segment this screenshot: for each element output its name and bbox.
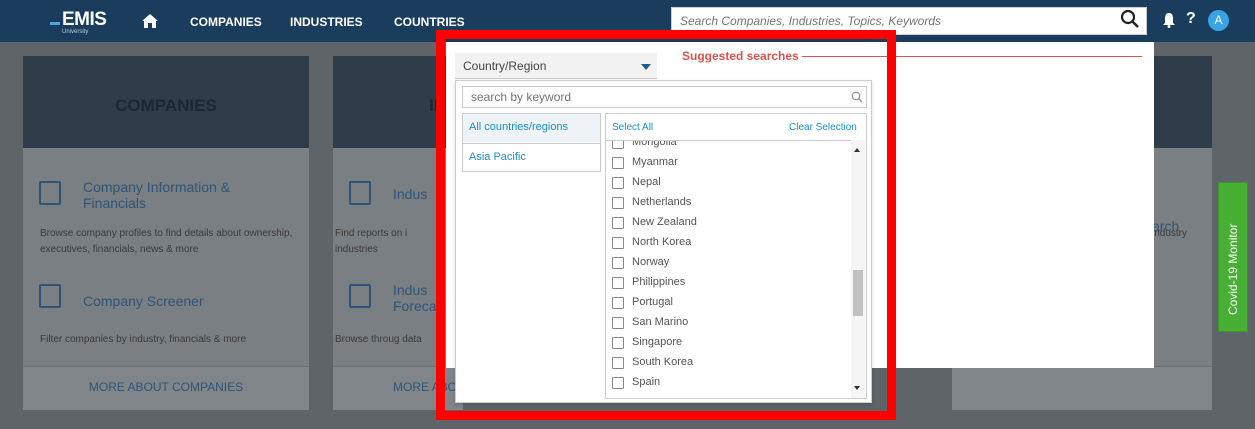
bell-icon[interactable] <box>1162 12 1176 28</box>
country-label: Spain <box>632 376 661 388</box>
suggested-searches-title: Suggested searches <box>682 49 799 63</box>
checkbox[interactable] <box>612 177 624 189</box>
companies-card-hero: COMPANIES <box>23 56 309 148</box>
checkbox[interactable] <box>612 141 624 149</box>
checkbox[interactable] <box>612 357 624 369</box>
company-info-description: Browse company profiles to find details … <box>40 228 293 255</box>
covid-monitor-label: Covid-19 Monitor <box>1226 223 1240 315</box>
companies-card-title: COMPANIES <box>115 96 217 115</box>
home-icon[interactable] <box>141 12 159 30</box>
more-about-industries-button[interactable]: MORE ABO <box>333 366 463 410</box>
keyword-search-input[interactable] <box>463 87 843 107</box>
more-about-companies-button[interactable]: MORE ABOUT COMPANIES <box>23 366 309 410</box>
industry-description: Find reports on i industries <box>335 228 408 255</box>
top-nav-bar: EMIS University COMPANIES INDUSTRIES COU… <box>0 0 1255 42</box>
avatar[interactable]: A <box>1208 10 1229 31</box>
checkbox[interactable] <box>612 257 624 269</box>
search-icon[interactable] <box>1120 9 1140 29</box>
nav-industries[interactable]: INDUSTRIES <box>290 15 363 29</box>
global-search-input[interactable] <box>672 8 1092 34</box>
company-screener-link[interactable]: Company Screener <box>83 293 204 309</box>
industry-report-icon <box>349 181 371 205</box>
country-label: Portugal <box>632 296 673 308</box>
forecast-chart-icon <box>349 284 371 308</box>
checkbox[interactable] <box>612 337 624 349</box>
country-list-scrollbar[interactable] <box>851 140 865 398</box>
emis-logo[interactable]: EMIS <box>50 9 107 31</box>
scroll-down-arrow-icon[interactable] <box>854 386 860 390</box>
country-label: Nepal <box>632 176 661 188</box>
region-asia-pacific[interactable]: Asia Pacific <box>463 143 600 171</box>
checkbox[interactable] <box>612 197 624 209</box>
global-search-box[interactable] <box>671 7 1147 35</box>
country-label: South Korea <box>632 356 694 368</box>
select-all-link[interactable]: Select All <box>612 122 653 133</box>
checkbox[interactable] <box>612 237 624 249</box>
industry-forecast-link[interactable]: Indus Foreca <box>393 282 437 314</box>
industries-card-hero: IND <box>333 56 463 148</box>
country-region-select[interactable]: Country/Region <box>455 53 657 79</box>
checkbox[interactable] <box>612 277 624 289</box>
industry-forecast-description: Browse throug data <box>335 334 422 345</box>
country-label: Philippines <box>632 276 686 288</box>
clear-selection-link[interactable]: Clear Selection <box>789 122 857 133</box>
scrollbar-thumb[interactable] <box>853 270 863 316</box>
more-about-companies-label: MORE ABOUT COMPANIES <box>88 380 244 394</box>
checkbox[interactable] <box>612 317 624 329</box>
country-label: Norway <box>632 256 670 268</box>
country-list-panel: Select All Clear Selection Mongolia Myan… <box>605 113 867 399</box>
region-list: All countries/regions Asia Pacific <box>462 113 601 172</box>
scroll-up-arrow-icon[interactable] <box>854 148 860 152</box>
country-label: Netherlands <box>632 196 692 208</box>
country-label: North Korea <box>632 236 692 248</box>
companies-card: COMPANIES Company Information & Financia… <box>23 56 309 410</box>
keyword-search-box[interactable] <box>462 86 867 108</box>
country-label: Myanmar <box>632 156 678 168</box>
industry-link[interactable]: Indus <box>393 186 427 202</box>
country-label: Singapore <box>632 336 683 348</box>
search-icon[interactable] <box>851 91 863 103</box>
right-card-footer[interactable] <box>952 366 1212 410</box>
checkbox[interactable] <box>612 297 624 309</box>
logo-subtitle: University <box>62 29 89 35</box>
checkbox[interactable] <box>612 217 624 229</box>
logo-bars-icon <box>50 15 60 25</box>
region-all[interactable]: All countries/regions <box>463 114 600 142</box>
company-screener-description: Filter companies by industry, financials… <box>40 334 247 345</box>
nav-companies[interactable]: COMPANIES <box>190 15 262 29</box>
covid-monitor-tab[interactable]: Covid-19 Monitor <box>1218 182 1248 332</box>
logo-text: EMIS <box>62 9 107 30</box>
country-label: Mongolia <box>632 140 677 148</box>
industries-card: IND Indus Find reports on i industries I… <box>333 56 463 410</box>
nav-countries[interactable]: COUNTRIES <box>394 15 465 29</box>
country-label: San Marino <box>632 316 689 328</box>
company-info-link[interactable]: Company Information & Financials <box>83 179 283 211</box>
help-icon[interactable]: ? <box>1186 10 1196 28</box>
checklist-icon <box>39 284 61 308</box>
checkbox[interactable] <box>612 157 624 169</box>
checkbox[interactable] <box>612 377 624 389</box>
country-list: Mongolia Myanmar Nepal Netherlands New Z… <box>606 140 852 398</box>
right-card-description: industry <box>1152 228 1188 239</box>
chart-report-icon <box>39 181 61 205</box>
country-label: New Zealand <box>632 216 697 228</box>
suggested-searches-divider <box>802 56 1142 57</box>
caret-down-icon <box>641 64 651 70</box>
country-region-select-label: Country/Region <box>463 59 547 73</box>
